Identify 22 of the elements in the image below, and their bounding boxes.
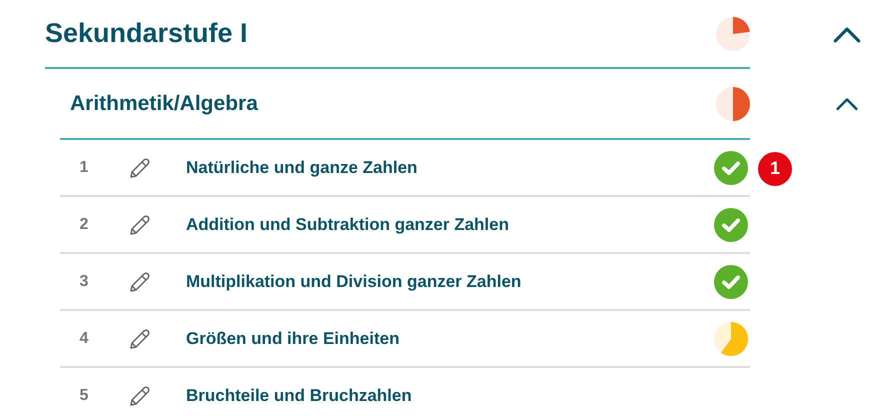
topic-number: 1 — [78, 158, 90, 176]
topic-number: 5 — [78, 386, 90, 404]
collapse-caret-icon[interactable] — [832, 26, 862, 44]
topic-link[interactable]: Multiplikation und Division ganzer Zahlen — [172, 272, 714, 292]
topic-number: 4 — [78, 330, 90, 348]
notification-badge: 1 — [758, 152, 792, 186]
topic-link[interactable]: Größen und ihre Einheiten — [172, 328, 714, 348]
topic-link[interactable]: Natürliche und ganze Zahlen — [172, 158, 714, 178]
pencil-icon[interactable] — [128, 270, 152, 294]
collapse-caret-icon[interactable] — [835, 97, 859, 112]
pencil-icon[interactable] — [128, 156, 152, 180]
topic-number: 3 — [78, 272, 90, 290]
topic-number: 2 — [78, 216, 90, 234]
pencil-icon[interactable] — [128, 326, 152, 350]
pencil-icon[interactable] — [128, 212, 152, 236]
subsection-title: Arithmetik/Algebra — [69, 92, 259, 116]
section-title: Sekundarstufe I — [45, 18, 249, 49]
progress-pie-icon — [716, 16, 750, 50]
progress-pie-icon — [716, 86, 750, 120]
pencil-icon[interactable] — [128, 384, 152, 408]
topic-link[interactable]: Bruchteile und Bruchzahlen — [172, 386, 714, 406]
topic-link[interactable]: Addition und Subtraktion ganzer Zahlen — [172, 214, 714, 234]
